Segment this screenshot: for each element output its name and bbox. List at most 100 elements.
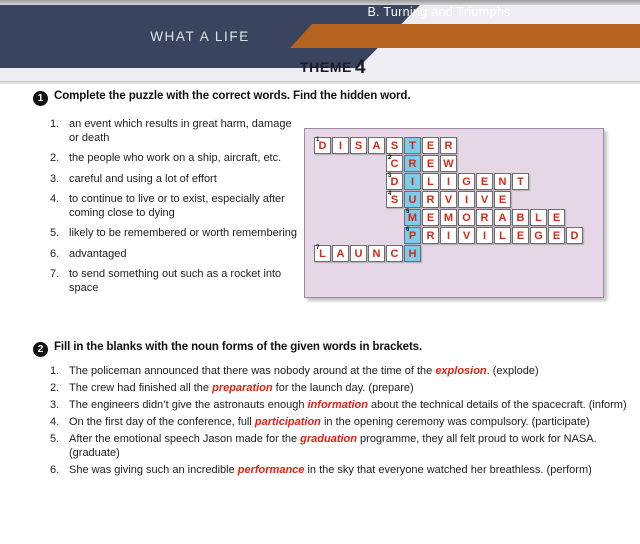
clue-text: the people who work on a ship, aircraft,…: [69, 152, 282, 164]
crossword-cell[interactable]: E: [422, 137, 439, 154]
theme-label: THEME 4: [300, 57, 366, 79]
clue-number: 3.: [50, 172, 60, 185]
crossword-cell[interactable]: S: [386, 137, 403, 154]
crossword-cell[interactable]: B: [512, 209, 529, 226]
sentence-after: in the opening ceremony was compulsory. …: [320, 416, 590, 428]
exercise2-number-badge: 2: [33, 342, 48, 357]
crossword-cell[interactable]: I: [332, 137, 349, 154]
list-item: 1. The policeman announced that there was…: [50, 364, 630, 378]
crossword-cell[interactable]: S: [350, 137, 367, 154]
crossword-cell[interactable]: E: [548, 209, 565, 226]
crossword-cell[interactable]: E: [422, 155, 439, 172]
crossword-cell-number: 2: [388, 155, 392, 161]
crossword-cell[interactable]: A: [368, 137, 385, 154]
crossword-cell[interactable]: R: [476, 209, 493, 226]
crossword-cell[interactable]: P6: [404, 227, 421, 244]
answer-word: preparation: [212, 382, 273, 394]
crossword-puzzle[interactable]: D1ISASTERC2REWD3ILIGENTS4URVIVEM5EMORABL…: [304, 128, 604, 298]
crossword-cell[interactable]: E: [494, 191, 511, 208]
crossword-cell[interactable]: D: [566, 227, 583, 244]
crossword-cell[interactable]: G: [530, 227, 547, 244]
crossword-cell[interactable]: C: [386, 245, 403, 262]
clue-item: 5. likely to be remembered or worth remem…: [50, 227, 300, 241]
clue-number: 1.: [50, 118, 60, 130]
crossword-cell[interactable]: T: [404, 137, 421, 154]
exercise1-instruction: Complete the puzzle with the correct wor…: [54, 90, 411, 102]
crossword-cell[interactable]: L: [530, 209, 547, 226]
crossword-cell[interactable]: R: [422, 227, 439, 244]
clue-text: an event which results in great harm, da…: [69, 118, 292, 144]
crossword-cell[interactable]: I: [440, 227, 457, 244]
clue-item: 7. to send something out such as a rocket…: [50, 268, 300, 295]
answer-word: participation: [254, 416, 321, 428]
item-number: 1.: [50, 365, 60, 377]
exercise2-instruction: Fill in the blanks with the noun forms o…: [54, 341, 423, 353]
item-number: 6.: [50, 464, 60, 476]
crossword-cell-number: 6: [406, 227, 410, 233]
crossword-cell-number: 4: [388, 191, 392, 197]
crossword-cell-number: 1: [316, 137, 320, 143]
crossword-cell-number: 3: [388, 173, 392, 179]
item-text: The policeman announced that there was n…: [69, 364, 630, 378]
crossword-cell[interactable]: O: [458, 209, 475, 226]
clue-list: 1. an event which results in great harm, …: [50, 118, 300, 302]
crossword-cell[interactable]: U: [404, 191, 421, 208]
crossword-cell[interactable]: S4: [386, 191, 403, 208]
answer-word: information: [307, 399, 369, 411]
crossword-cell[interactable]: M5: [404, 209, 421, 226]
page-header: WHAT A LIFE B. Turning and Triumphs THEM…: [0, 0, 640, 88]
crossword-cell[interactable]: E: [422, 209, 439, 226]
clue-text: to send something out such as a rocket i…: [69, 268, 282, 294]
crossword-cell-number: 7: [316, 245, 320, 251]
crossword-cell[interactable]: E: [476, 173, 493, 190]
crossword-cell[interactable]: N: [368, 245, 385, 262]
crossword-cell[interactable]: E: [548, 227, 565, 244]
crossword-cell[interactable]: W: [440, 155, 457, 172]
crossword-cell[interactable]: A: [494, 209, 511, 226]
answer-word: graduation: [300, 433, 357, 445]
crossword-cell[interactable]: G: [458, 173, 475, 190]
crossword-cell[interactable]: D3: [386, 173, 403, 190]
list-item: 4. On the first day of the conference, fu…: [50, 415, 630, 429]
crossword-cell[interactable]: L7: [314, 245, 331, 262]
list-item: 6. She was giving such an incredible perf…: [50, 463, 630, 477]
list-item: 5. After the emotional speech Jason made …: [50, 432, 630, 460]
sentence-after: in the sky that everyone watched her bre…: [304, 464, 592, 476]
clue-number: 2.: [50, 152, 60, 164]
clue-text: advantaged: [69, 247, 127, 260]
exercise1-heading: 1 Complete the puzzle with the correct wo…: [33, 90, 411, 106]
crossword-cell[interactable]: R: [440, 137, 457, 154]
crossword-cell[interactable]: R: [404, 155, 421, 172]
crossword-grid[interactable]: D1ISASTERC2REWD3ILIGENTS4URVIVEM5EMORABL…: [305, 129, 603, 297]
sentence-list: 1. The policeman announced that there was…: [50, 364, 630, 480]
crossword-cell[interactable]: A: [332, 245, 349, 262]
crossword-cell[interactable]: H: [404, 245, 421, 262]
crossword-cell[interactable]: E: [512, 227, 529, 244]
item-text: After the emotional speech Jason made fo…: [69, 432, 630, 460]
item-text: She was giving such an incredible perfor…: [69, 463, 630, 477]
crossword-cell[interactable]: R: [422, 191, 439, 208]
crossword-cell[interactable]: T: [512, 173, 529, 190]
answer-word: performance: [237, 464, 305, 476]
crossword-cell[interactable]: M: [440, 209, 457, 226]
crossword-cell[interactable]: C2: [386, 155, 403, 172]
item-number: 2.: [50, 382, 60, 394]
crossword-cell[interactable]: I: [476, 227, 493, 244]
crossword-cell[interactable]: I: [458, 191, 475, 208]
crossword-cell[interactable]: L: [422, 173, 439, 190]
crossword-cell[interactable]: N: [494, 173, 511, 190]
crossword-cell[interactable]: I: [404, 173, 421, 190]
clue-item: 2. the people who work on a ship, aircraf…: [50, 152, 300, 166]
crossword-cell[interactable]: V: [458, 227, 475, 244]
unit-title: B. Turning and Triumphs: [367, 5, 511, 19]
crossword-cell[interactable]: V: [476, 191, 493, 208]
item-text: On the first day of the conference, full…: [69, 415, 630, 429]
crossword-cell[interactable]: L: [494, 227, 511, 244]
clue-number: 5.: [50, 227, 60, 239]
crossword-cell[interactable]: U: [350, 245, 367, 262]
crossword-cell[interactable]: I: [440, 173, 457, 190]
crossword-cell[interactable]: D1: [314, 137, 331, 154]
crossword-cell[interactable]: V: [440, 191, 457, 208]
header-bottom-rule: [0, 81, 640, 84]
clue-text: to continue to live or to exist, especia…: [69, 193, 285, 219]
